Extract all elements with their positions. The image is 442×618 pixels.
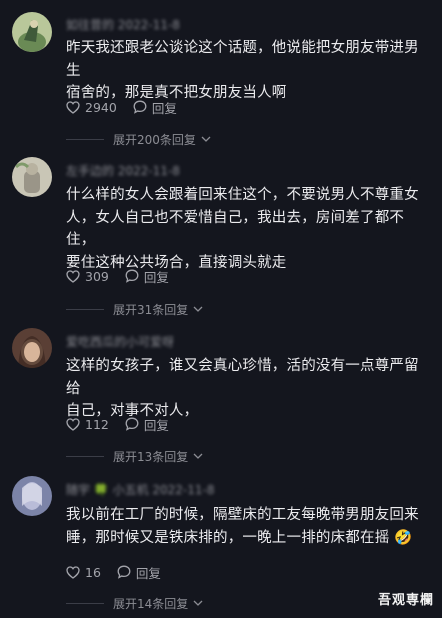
comment-actions: 2940 回复 — [66, 97, 177, 117]
divider-line — [66, 602, 104, 604]
like-count: 309 — [85, 268, 109, 284]
avatar[interactable] — [12, 157, 52, 197]
like-button[interactable]: 16 — [66, 565, 101, 580]
expand-replies-button[interactable]: 展开14条回复 — [66, 594, 203, 612]
expand-replies-button[interactable]: 展开200条回复 — [66, 130, 211, 148]
comment-author[interactable]: 爱吃西瓜的小可爱呀 — [66, 333, 174, 350]
expand-replies-label: 展开200条回复 — [113, 132, 196, 147]
watermark: 吾观専欄 — [377, 593, 434, 608]
reply-button[interactable]: 回复 — [125, 267, 169, 286]
comment-text: 什么样的女人会跟着回来住这个，不要说男人不尊重女 人，女人自己也不爱惜自己，我出… — [66, 184, 432, 274]
comment-text-line: 什么样的女人会跟着回来住这个，不要说男人不尊重女 — [66, 187, 419, 203]
heart-outline-icon — [66, 565, 80, 579]
like-button[interactable]: 112 — [66, 417, 109, 432]
avatar[interactable] — [12, 328, 52, 368]
expand-replies-button[interactable]: 展开13条回复 — [66, 447, 203, 465]
chevron-down-icon — [193, 449, 203, 463]
expand-replies-label: 展开13条回复 — [113, 449, 189, 464]
reply-label: 回复 — [135, 565, 161, 581]
comment-text: 这样的女孩子，谁又会真心珍惜，活的没有一点尊严留给 自己，对事不对人， — [66, 355, 432, 423]
divider-line — [66, 455, 104, 457]
chevron-down-icon — [193, 596, 203, 610]
chevron-down-icon — [201, 132, 211, 146]
reply-button[interactable]: 回复 — [125, 415, 169, 434]
comment-text-line: 人，女人自己也不爱惜自己，我出去，房间差了都不住， — [66, 209, 405, 249]
avatar[interactable] — [12, 476, 52, 516]
like-button[interactable]: 2940 — [66, 100, 117, 115]
avatar[interactable] — [12, 12, 52, 52]
divider-line — [66, 138, 104, 140]
comment-author[interactable]: 左手边的 2022-11-8 — [66, 162, 180, 179]
reply-label: 回复 — [151, 100, 177, 116]
reply-button[interactable]: 回复 — [117, 563, 161, 582]
comment-author[interactable]: 如往昔的 2022-11-8 — [66, 16, 180, 33]
expand-replies-button[interactable]: 展开31条回复 — [66, 300, 203, 318]
speech-bubble-icon — [133, 100, 147, 114]
like-button[interactable]: 309 — [66, 269, 109, 284]
comment-text: 昨天我还跟老公谈论这个话题，他说能把女朋友带进男生 宿舍的，那是真不把女朋友当人… — [66, 37, 432, 105]
comment-text-line: 昨天我还跟老公谈论这个话题，他说能把女朋友带进男生 — [66, 40, 419, 79]
expand-replies-label: 展开31条回复 — [113, 302, 189, 317]
like-count: 112 — [85, 416, 109, 432]
reply-button[interactable]: 回复 — [133, 98, 177, 117]
comment-author[interactable]: 随宇 🍀 小五机 2022-11-8 — [66, 481, 215, 498]
comment-actions: 16 回复 — [66, 562, 161, 582]
chevron-down-icon — [193, 302, 203, 316]
reply-label: 回复 — [143, 269, 169, 285]
heart-outline-icon — [66, 417, 80, 431]
heart-outline-icon — [66, 100, 80, 114]
comment-text-line: 睡，那时候又是铁床排的，一晚上一排的床都在摇 🤣 — [66, 529, 413, 546]
comment-actions: 309 回复 — [66, 266, 169, 286]
heart-outline-icon — [66, 269, 80, 283]
comment-actions: 112 回复 — [66, 414, 169, 434]
speech-bubble-icon — [117, 565, 131, 579]
speech-bubble-icon — [125, 417, 139, 431]
like-count: 2940 — [85, 99, 117, 115]
reply-label: 回复 — [143, 417, 169, 433]
speech-bubble-icon — [125, 269, 139, 283]
comment-text-line: 这样的女孩子，谁又会真心珍惜，活的没有一点尊严留给 — [66, 358, 419, 397]
comment-text: 我以前在工厂的时候，隔壁床的工友每晚带男朋友回来 睡，那时候又是铁床排的，一晚上… — [66, 504, 432, 549]
divider-line — [66, 308, 104, 310]
comment-text-line: 我以前在工厂的时候，隔壁床的工友每晚带男朋友回来 — [66, 507, 419, 523]
expand-replies-label: 展开14条回复 — [113, 596, 189, 611]
like-count: 16 — [85, 564, 101, 580]
